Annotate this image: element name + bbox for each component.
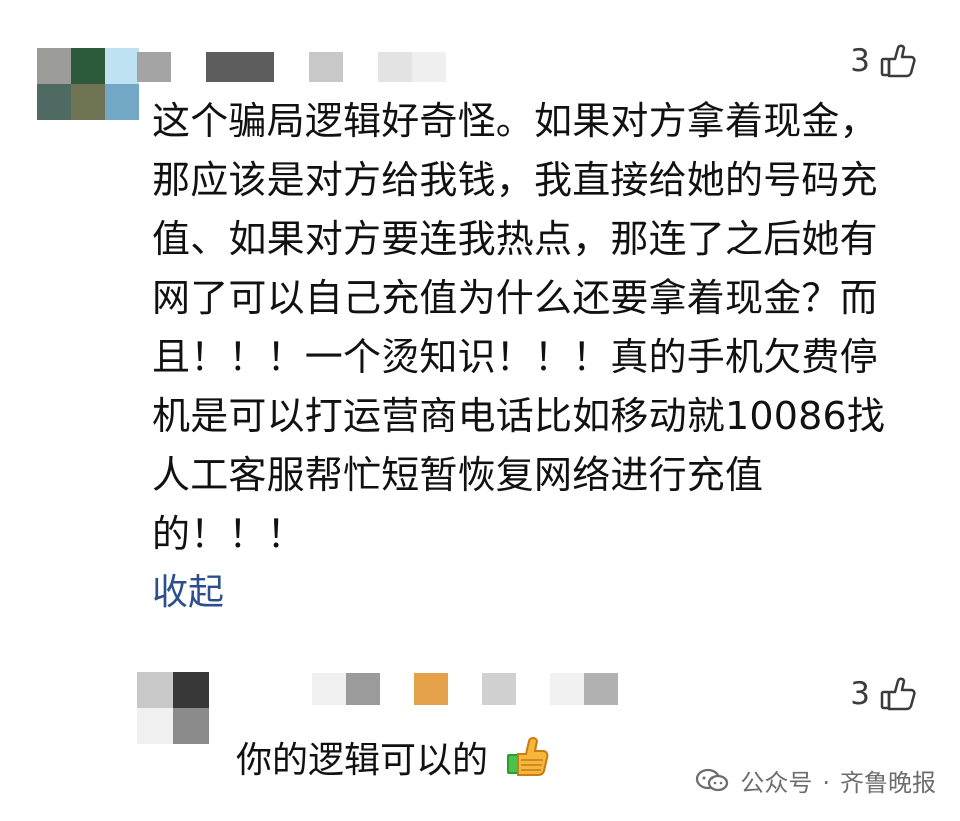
watermark: 公众号 · 齐鲁晚报	[694, 767, 936, 799]
thumbs-up-icon	[880, 677, 916, 711]
comment-2-like-count: 3	[850, 675, 870, 712]
watermark-account-label: 公众号	[740, 769, 813, 797]
watermark-separator: ·	[822, 769, 830, 797]
comment-2-message: 你的逻辑可以的	[236, 740, 489, 781]
comment-1-like-button[interactable]: 3	[850, 44, 916, 78]
thumbs-up-emoji-icon	[503, 733, 549, 793]
comment-2-like-button[interactable]: 3	[850, 677, 916, 711]
comment-1-like-count: 3	[850, 42, 870, 79]
comment-2-redacted-avatar-username	[0, 0, 640, 760]
wechat-icon	[694, 767, 730, 799]
thumbs-up-icon	[880, 44, 916, 78]
watermark-account-name: 齐鲁晚报	[840, 769, 936, 797]
